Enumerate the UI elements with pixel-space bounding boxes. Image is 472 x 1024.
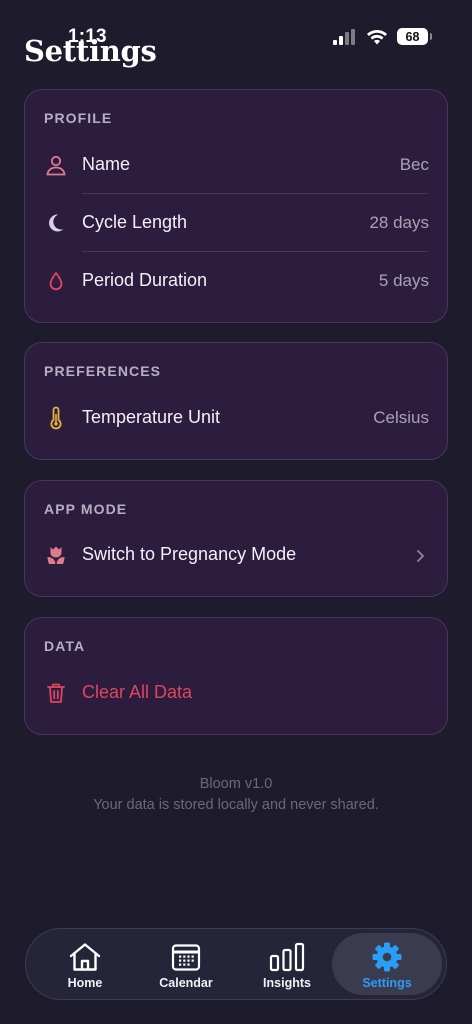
thermometer-icon xyxy=(44,406,68,430)
tab-insights[interactable]: Insights xyxy=(236,933,338,995)
row-label-name: Name xyxy=(82,154,131,174)
profile-row-period-duration[interactable]: Period Duration 5 days xyxy=(25,252,449,309)
tab-label-home: Home xyxy=(67,976,103,990)
app-mode-row-pregnancy-mode[interactable]: Switch to Pregnancy Mode xyxy=(25,526,449,583)
row-value-period-duration: 5 days xyxy=(378,270,429,290)
app-mode-card: APP MODE Switch to Pregnancy Mode xyxy=(24,480,448,597)
section-label-profile: PROFILE xyxy=(44,110,113,126)
privacy-note: Your data is stored locally and never sh… xyxy=(93,797,379,813)
tab-calendar[interactable]: Calendar xyxy=(135,933,237,995)
row-label-temperature-unit: Temperature Unit xyxy=(82,407,221,427)
row-label-period-duration: Period Duration xyxy=(82,270,208,290)
profile-card: PROFILE Name Bec Cycle Length 28 days Pe… xyxy=(24,89,448,323)
status-icons: 68 xyxy=(333,28,432,45)
moon-icon xyxy=(44,211,68,235)
preferences-card: PREFERENCES Temperature Unit Celsius xyxy=(24,342,448,460)
tab-label-insights: Insights xyxy=(263,976,311,990)
home-icon xyxy=(69,943,101,971)
drop-icon xyxy=(44,269,68,293)
tab-label-settings: Settings xyxy=(362,976,412,990)
data-card: DATA Clear All Data xyxy=(24,617,448,735)
section-label-preferences: PREFERENCES xyxy=(44,363,162,379)
tulip-icon xyxy=(44,543,68,567)
trash-icon xyxy=(44,681,68,705)
row-label-clear-all-data: Clear All Data xyxy=(82,682,193,702)
profile-row-name[interactable]: Name Bec xyxy=(25,136,449,193)
person-icon xyxy=(44,153,68,177)
row-label-cycle-length: Cycle Length xyxy=(82,212,188,232)
gear-icon xyxy=(372,942,402,972)
tab-label-calendar: Calendar xyxy=(159,976,213,990)
row-value-temperature-unit: Celsius xyxy=(373,407,429,427)
row-value-name: Bec xyxy=(399,154,429,174)
preferences-row-temperature-unit[interactable]: Temperature Unit Celsius xyxy=(25,389,449,446)
settings-screen: 1:13 68 Settings PROFILE Name Bec Cycle … xyxy=(0,0,472,1024)
row-label-pregnancy-mode: Switch to Pregnancy Mode xyxy=(82,544,297,564)
tab-bar: Home Calendar Insights Settings xyxy=(25,928,447,1000)
bar-chart-icon xyxy=(269,942,305,972)
battery-level: 68 xyxy=(405,29,420,44)
cellular-signal-icon xyxy=(333,28,355,45)
section-label-app-mode: APP MODE xyxy=(44,501,128,517)
data-row-clear-all[interactable]: Clear All Data xyxy=(25,664,449,721)
profile-row-cycle-length[interactable]: Cycle Length 28 days xyxy=(25,194,449,251)
calendar-icon xyxy=(171,944,201,971)
battery-icon: 68 xyxy=(397,28,432,45)
app-version: Bloom v1.0 xyxy=(199,776,273,792)
page-title: Settings xyxy=(24,34,157,68)
tab-home[interactable]: Home xyxy=(34,933,136,995)
chevron-right-icon xyxy=(416,548,425,568)
row-value-cycle-length: 28 days xyxy=(369,212,429,232)
tab-settings[interactable]: Settings xyxy=(332,933,442,995)
wifi-icon xyxy=(367,29,387,44)
section-label-data: DATA xyxy=(44,638,86,654)
